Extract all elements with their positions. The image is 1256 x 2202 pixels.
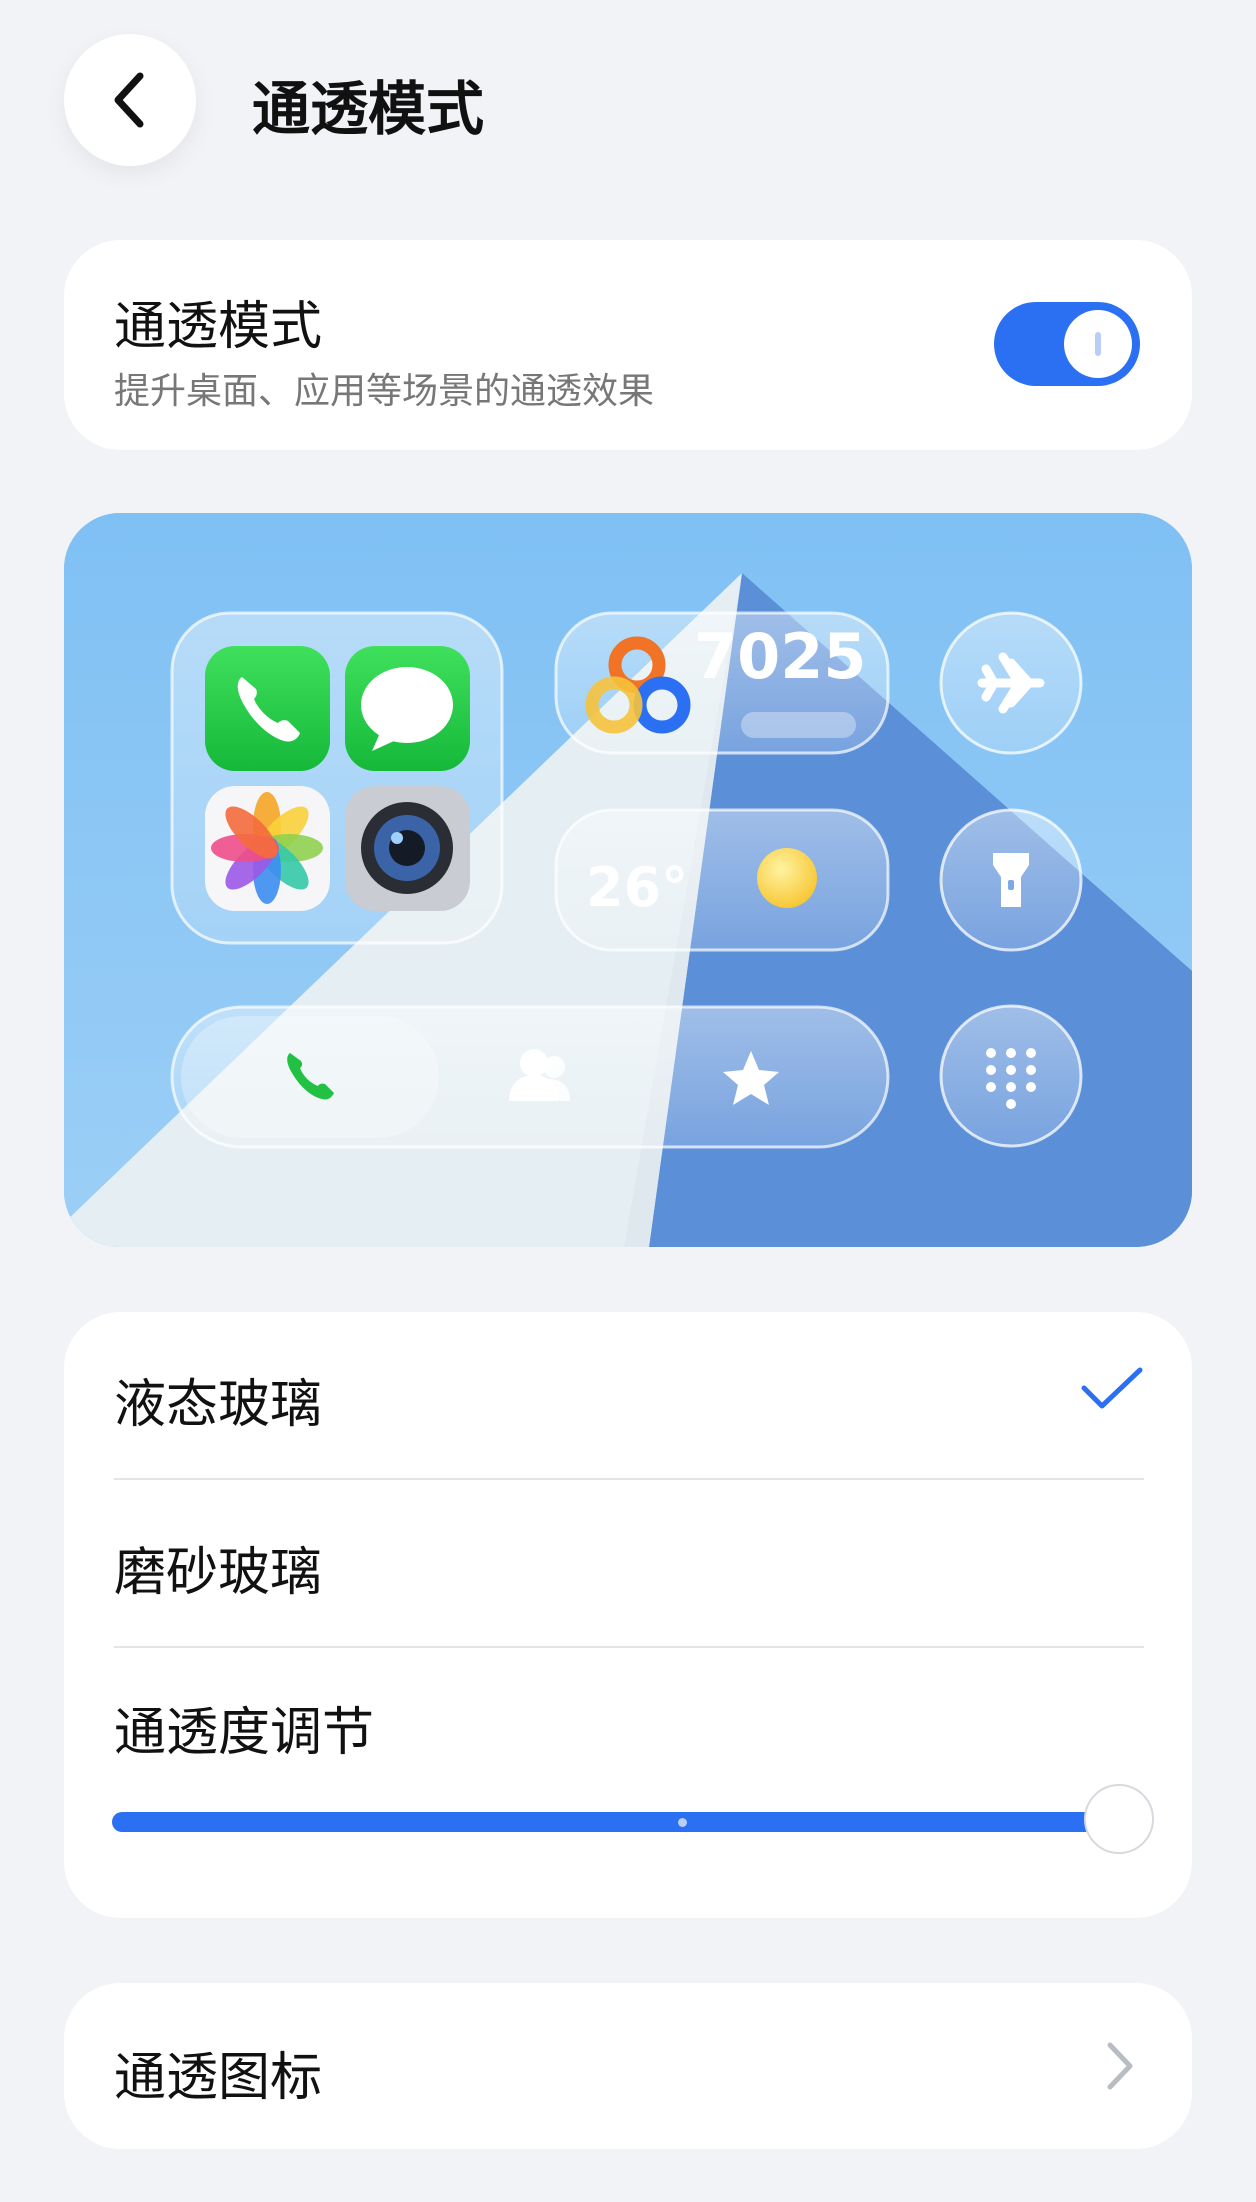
preview-image: 7025 26° <box>64 513 1192 1247</box>
transparency-mode-subtitle: 提升桌面、应用等场景的通透效果 <box>114 371 655 412</box>
option-liquid-glass[interactable]: 液态玻璃 <box>114 1362 322 1437</box>
flashlight-toggle <box>939 808 1083 952</box>
transparent-icons-label: 通透图标 <box>114 2048 323 2108</box>
chevron-right-icon <box>1107 2042 1133 2090</box>
temperature: 26° <box>586 856 688 919</box>
page-title: 通透模式 <box>252 75 485 143</box>
steps-count: 7025 <box>694 620 867 693</box>
slider-midpoint-marker <box>678 1818 687 1827</box>
weather-widget: 26° <box>554 808 890 952</box>
steps-widget: 7025 <box>554 611 890 755</box>
chevron-left-icon <box>114 72 144 128</box>
transparency-mode-switch[interactable] <box>994 302 1140 386</box>
dock-bar <box>170 1005 890 1149</box>
switch-knob <box>1064 310 1132 378</box>
glass-options-card: 液态玻璃 磨砂玻璃 通透度调节 <box>64 1312 1192 1918</box>
transparency-mode-title: 通透模式 <box>114 297 323 357</box>
back-button[interactable] <box>64 34 196 166</box>
transparency-mode-card: 通透模式 提升桌面、应用等场景的通透效果 <box>64 240 1192 450</box>
transparency-slider-thumb[interactable] <box>1084 1784 1154 1854</box>
transparency-slider-label: 通透度调节 <box>114 1703 375 1763</box>
transparency-slider-track[interactable] <box>112 1812 1108 1832</box>
divider <box>114 1478 1144 1480</box>
phone-app-icon <box>205 646 330 771</box>
option-frosted-glass[interactable]: 磨砂玻璃 <box>114 1530 322 1605</box>
dialpad-toggle <box>939 1004 1083 1148</box>
divider <box>114 1646 1144 1648</box>
transparent-icons-row[interactable]: 通透图标 <box>64 1983 1192 2149</box>
airplane-toggle <box>939 611 1083 755</box>
app-folder-widget <box>170 611 504 945</box>
checkmark-icon <box>1081 1367 1143 1409</box>
sun-icon <box>757 848 817 908</box>
